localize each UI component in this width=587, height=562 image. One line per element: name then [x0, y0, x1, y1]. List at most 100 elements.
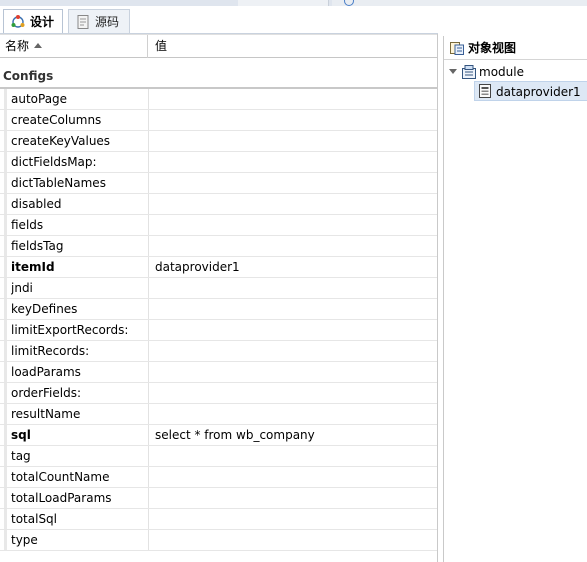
name-column-label: 名称 — [5, 39, 30, 53]
property-row[interactable]: type — [0, 530, 438, 551]
property-name: limitExportRecords: — [11, 323, 129, 337]
column-divider — [148, 446, 149, 466]
property-name: dictTableNames — [11, 176, 106, 190]
property-row[interactable]: itemId dataprovider1 — [0, 257, 438, 278]
row-marker — [4, 257, 7, 277]
property-value[interactable] — [155, 89, 435, 109]
property-value[interactable]: select * from wb_company — [155, 425, 435, 445]
property-value[interactable] — [155, 341, 435, 361]
row-marker — [4, 509, 7, 529]
row-marker — [4, 488, 7, 508]
property-value[interactable] — [155, 236, 435, 256]
group-header-configs[interactable]: Configs — [0, 64, 438, 88]
property-name: totalSql — [11, 512, 58, 526]
property-row[interactable]: dictTableNames — [0, 173, 438, 194]
property-row[interactable]: jndi — [0, 278, 438, 299]
row-marker — [4, 362, 7, 382]
column-divider — [148, 530, 149, 550]
column-divider — [148, 509, 149, 529]
property-value[interactable] — [155, 299, 435, 319]
name-column-header[interactable]: 名称 — [0, 35, 148, 58]
tree-node-label: dataprovider1 — [496, 85, 581, 99]
property-row[interactable]: totalSql — [0, 509, 438, 530]
property-value[interactable] — [155, 404, 435, 424]
value-column-header[interactable]: 值 — [148, 35, 438, 58]
property-name: loadParams — [11, 365, 81, 379]
property-value[interactable] — [155, 530, 435, 550]
property-row[interactable]: keyDefines — [0, 299, 438, 320]
property-value[interactable] — [155, 131, 435, 151]
property-row[interactable]: limitRecords: — [0, 341, 438, 362]
column-divider — [148, 131, 149, 151]
property-row[interactable]: createColumns — [0, 110, 438, 131]
module-icon — [461, 64, 477, 80]
column-divider — [148, 425, 149, 445]
property-row[interactable]: sql select * from wb_company — [0, 425, 438, 446]
tab-source-label: 源码 — [95, 15, 120, 29]
object-view-icon — [449, 40, 465, 56]
property-value[interactable] — [155, 509, 435, 529]
property-row[interactable]: totalLoadParams — [0, 488, 438, 509]
property-name: disabled — [11, 197, 62, 211]
row-marker — [4, 152, 7, 172]
property-value[interactable] — [155, 173, 435, 193]
property-row[interactable]: fields — [0, 215, 438, 236]
property-row[interactable]: limitExportRecords: — [0, 320, 438, 341]
property-name: tag — [11, 449, 31, 463]
property-row[interactable]: tag — [0, 446, 438, 467]
property-value[interactable] — [155, 446, 435, 466]
property-name: totalLoadParams — [11, 491, 112, 505]
column-divider — [148, 278, 149, 298]
property-value[interactable] — [155, 320, 435, 340]
tab-design[interactable]: 设计 — [3, 9, 63, 33]
row-marker — [4, 299, 7, 319]
property-row[interactable]: disabled — [0, 194, 438, 215]
column-divider — [148, 236, 149, 256]
property-name: dictFieldsMap: — [11, 155, 97, 169]
property-value[interactable] — [155, 278, 435, 298]
property-row[interactable]: totalCountName — [0, 467, 438, 488]
property-value[interactable] — [155, 467, 435, 487]
property-row[interactable]: loadParams — [0, 362, 438, 383]
panel-splitter[interactable] — [437, 34, 438, 562]
object-view-panel: 对象视图 module dataprovider1 — [443, 36, 587, 562]
column-divider — [148, 194, 149, 214]
property-row[interactable]: autoPage — [0, 89, 438, 110]
property-value[interactable] — [155, 215, 435, 235]
column-divider — [148, 152, 149, 172]
row-marker — [4, 110, 7, 130]
property-name: orderFields: — [11, 386, 81, 400]
row-marker — [4, 131, 7, 151]
expand-arrow-icon[interactable] — [449, 69, 457, 74]
property-name: createKeyValues — [11, 134, 111, 148]
row-marker — [4, 173, 7, 193]
row-marker — [4, 89, 7, 109]
editor-tabs: 设计 源码 — [0, 6, 438, 34]
column-divider — [148, 299, 149, 319]
property-value[interactable] — [155, 194, 435, 214]
property-row[interactable]: orderFields: — [0, 383, 438, 404]
property-value[interactable] — [155, 488, 435, 508]
tree-node-label: module — [479, 65, 524, 79]
column-divider — [148, 383, 149, 403]
tree-node-module[interactable]: module — [444, 62, 587, 82]
property-row[interactable]: resultName — [0, 404, 438, 425]
property-row[interactable]: dictFieldsMap: — [0, 152, 438, 173]
property-row[interactable]: createKeyValues — [0, 131, 438, 152]
row-marker — [4, 236, 7, 256]
property-value[interactable]: dataprovider1 — [155, 257, 435, 277]
property-value[interactable] — [155, 383, 435, 403]
row-marker — [4, 215, 7, 235]
tab-source[interactable]: 源码 — [68, 9, 130, 33]
source-icon — [75, 14, 91, 30]
row-marker — [4, 194, 7, 214]
property-value[interactable] — [155, 110, 435, 130]
property-value[interactable] — [155, 362, 435, 382]
property-row[interactable]: fieldsTag — [0, 236, 438, 257]
property-grid-header: 名称 值 — [0, 34, 438, 58]
column-divider — [148, 362, 149, 382]
design-icon — [10, 14, 26, 30]
property-name: resultName — [11, 407, 81, 421]
property-value[interactable] — [155, 152, 435, 172]
tree-node-dataprovider1[interactable]: dataprovider1 — [474, 81, 587, 101]
